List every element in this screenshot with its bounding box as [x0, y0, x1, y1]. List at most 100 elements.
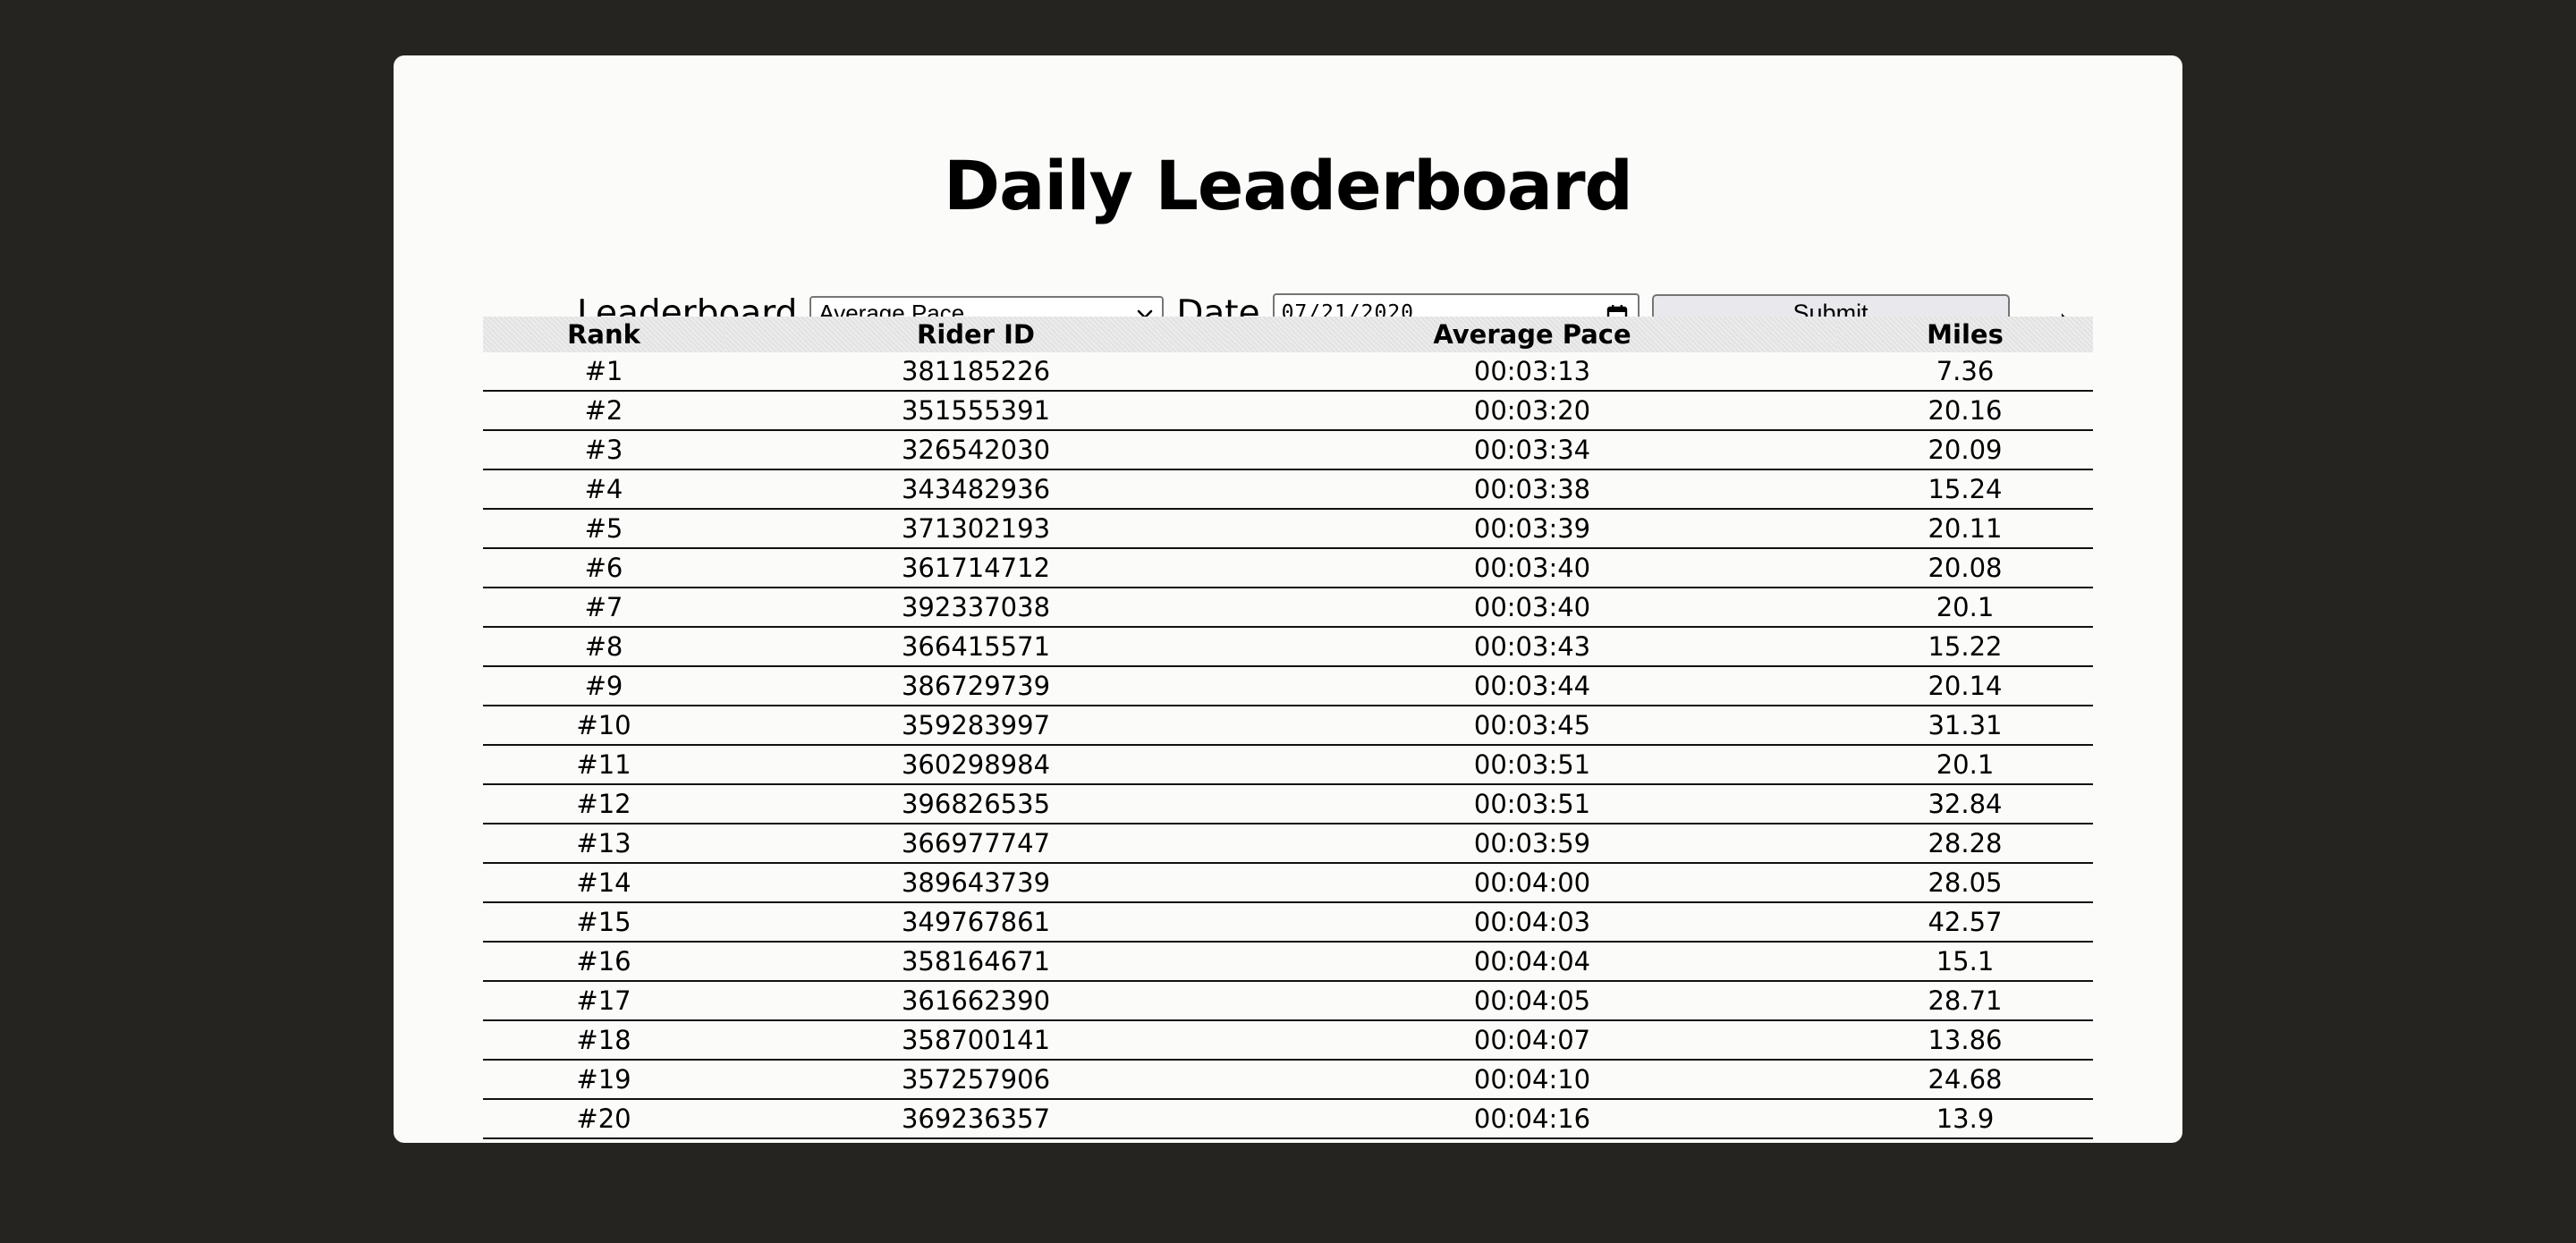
- cell-miles: 28.05: [1837, 863, 2093, 903]
- cell-rank: #14: [483, 863, 724, 903]
- table-row: #14 389643739 00:04:00 28.05: [483, 863, 2093, 903]
- cell-rider-id: 361662390: [724, 981, 1227, 1021]
- cell-rank: #16: [483, 942, 724, 982]
- cell-miles: 13.86: [1837, 1020, 2093, 1061]
- cell-rider-id: 361714712: [724, 548, 1227, 588]
- table-header-row: Rank Rider ID Average Pace Miles: [483, 317, 2093, 352]
- cell-miles: 24.68: [1837, 1060, 2093, 1100]
- cell-average-pace: 00:04:16: [1227, 1099, 1837, 1139]
- cell-rank: #13: [483, 824, 724, 864]
- cell-miles: 20.1: [1837, 745, 2093, 785]
- cell-rank: #6: [483, 548, 724, 588]
- cell-miles: 20.14: [1837, 666, 2093, 706]
- cell-rank: #1: [483, 352, 724, 392]
- header-miles: Miles: [1837, 317, 2093, 352]
- table-row: #13 366977747 00:03:59 28.28: [483, 824, 2093, 864]
- cell-average-pace: 00:03:43: [1227, 627, 1837, 667]
- cell-miles: 28.71: [1837, 981, 2093, 1021]
- table-row: #5 371302193 00:03:39 20.11: [483, 509, 2093, 549]
- cell-rider-id: 343482936: [724, 469, 1227, 510]
- table-row: #20 369236357 00:04:16 13.9: [483, 1099, 2093, 1139]
- cell-rider-id: 389643739: [724, 863, 1227, 903]
- cell-average-pace: 00:03:40: [1227, 588, 1837, 628]
- cell-rank: #7: [483, 588, 724, 628]
- leaderboard-card: Daily Leaderboard Leaderboard Average Pa…: [394, 55, 2182, 1143]
- cell-miles: 15.24: [1837, 469, 2093, 510]
- cell-rank: #8: [483, 627, 724, 667]
- table-row: #1 381185226 00:03:13 7.36: [483, 352, 2093, 392]
- cell-rank: #20: [483, 1099, 724, 1139]
- cell-rider-id: 371302193: [724, 509, 1227, 549]
- cell-miles: 20.09: [1837, 430, 2093, 470]
- cell-rank: #18: [483, 1020, 724, 1061]
- header-average-pace: Average Pace: [1227, 317, 1837, 352]
- cell-average-pace: 00:03:44: [1227, 666, 1837, 706]
- cell-rider-id: 358164671: [724, 942, 1227, 982]
- cell-rank: #19: [483, 1060, 724, 1100]
- table-row: #16 358164671 00:04:04 15.1: [483, 942, 2093, 982]
- cell-average-pace: 00:04:05: [1227, 981, 1837, 1021]
- cell-average-pace: 00:03:45: [1227, 706, 1837, 746]
- cell-average-pace: 00:03:20: [1227, 391, 1837, 431]
- table-row: #15 349767861 00:04:03 42.57: [483, 902, 2093, 943]
- cell-average-pace: 00:03:38: [1227, 469, 1837, 510]
- cell-rank: #10: [483, 706, 724, 746]
- cell-rider-id: 386729739: [724, 666, 1227, 706]
- table-row: #4 343482936 00:03:38 15.24: [483, 469, 2093, 510]
- cell-rank: #5: [483, 509, 724, 549]
- cell-average-pace: 00:03:13: [1227, 352, 1837, 392]
- table-row: #11 360298984 00:03:51 20.1: [483, 745, 2093, 785]
- cell-miles: 13.9: [1837, 1099, 2093, 1139]
- table-row: #2 351555391 00:03:20 20.16: [483, 391, 2093, 431]
- cell-miles: 31.31: [1837, 706, 2093, 746]
- cell-miles: 20.08: [1837, 548, 2093, 588]
- cell-rank: #3: [483, 430, 724, 470]
- cell-rider-id: 358700141: [724, 1020, 1227, 1061]
- cell-average-pace: 00:04:07: [1227, 1020, 1837, 1061]
- header-rider-id: Rider ID: [724, 317, 1227, 352]
- table-row: #3 326542030 00:03:34 20.09: [483, 430, 2093, 470]
- cell-rider-id: 366415571: [724, 627, 1227, 667]
- cell-miles: 7.36: [1837, 352, 2093, 392]
- cell-average-pace: 00:03:34: [1227, 430, 1837, 470]
- table-row: #12 396826535 00:03:51 32.84: [483, 784, 2093, 824]
- cell-average-pace: 00:04:04: [1227, 942, 1837, 982]
- cell-rank: #12: [483, 784, 724, 824]
- cell-rider-id: 396826535: [724, 784, 1227, 824]
- cell-rider-id: 351555391: [724, 391, 1227, 431]
- cell-miles: 28.28: [1837, 824, 2093, 864]
- cell-average-pace: 00:03:51: [1227, 745, 1837, 785]
- cell-rider-id: 381185226: [724, 352, 1227, 392]
- table-row: #19 357257906 00:04:10 24.68: [483, 1060, 2093, 1100]
- header-rank: Rank: [483, 317, 724, 352]
- cell-rider-id: 349767861: [724, 902, 1227, 943]
- table-row: #18 358700141 00:04:07 13.86: [483, 1020, 2093, 1061]
- cell-miles: 20.1: [1837, 588, 2093, 628]
- cell-rider-id: 359283997: [724, 706, 1227, 746]
- cell-rider-id: 357257906: [724, 1060, 1227, 1100]
- cell-miles: 32.84: [1837, 784, 2093, 824]
- page-title: Daily Leaderboard: [944, 146, 1633, 225]
- table-row: #17 361662390 00:04:05 28.71: [483, 981, 2093, 1021]
- cell-average-pace: 00:03:51: [1227, 784, 1837, 824]
- table-row: #7 392337038 00:03:40 20.1: [483, 588, 2093, 628]
- cell-average-pace: 00:04:10: [1227, 1060, 1837, 1100]
- table-row: #6 361714712 00:03:40 20.08: [483, 548, 2093, 588]
- cell-rank: #2: [483, 391, 724, 431]
- cell-average-pace: 00:03:40: [1227, 548, 1837, 588]
- cell-rank: #11: [483, 745, 724, 785]
- leaderboard-rows: #1 381185226 00:03:13 7.36 #2 351555391 00:03:…: [483, 352, 2093, 1139]
- leaderboard-table: Rank Rider ID Average Pace Miles #1 38118…: [483, 317, 2093, 1139]
- cell-average-pace: 00:03:39: [1227, 509, 1837, 549]
- cell-miles: 15.22: [1837, 627, 2093, 667]
- cell-average-pace: 00:04:00: [1227, 863, 1837, 903]
- cell-miles: 20.16: [1837, 391, 2093, 431]
- table-row: #9 386729739 00:03:44 20.14: [483, 666, 2093, 706]
- cell-rank: #9: [483, 666, 724, 706]
- cell-rider-id: 360298984: [724, 745, 1227, 785]
- cell-rank: #4: [483, 469, 724, 510]
- table-row: #10 359283997 00:03:45 31.31: [483, 706, 2093, 746]
- cell-rider-id: 392337038: [724, 588, 1227, 628]
- cell-miles: 20.11: [1837, 509, 2093, 549]
- cell-rank: #15: [483, 902, 724, 943]
